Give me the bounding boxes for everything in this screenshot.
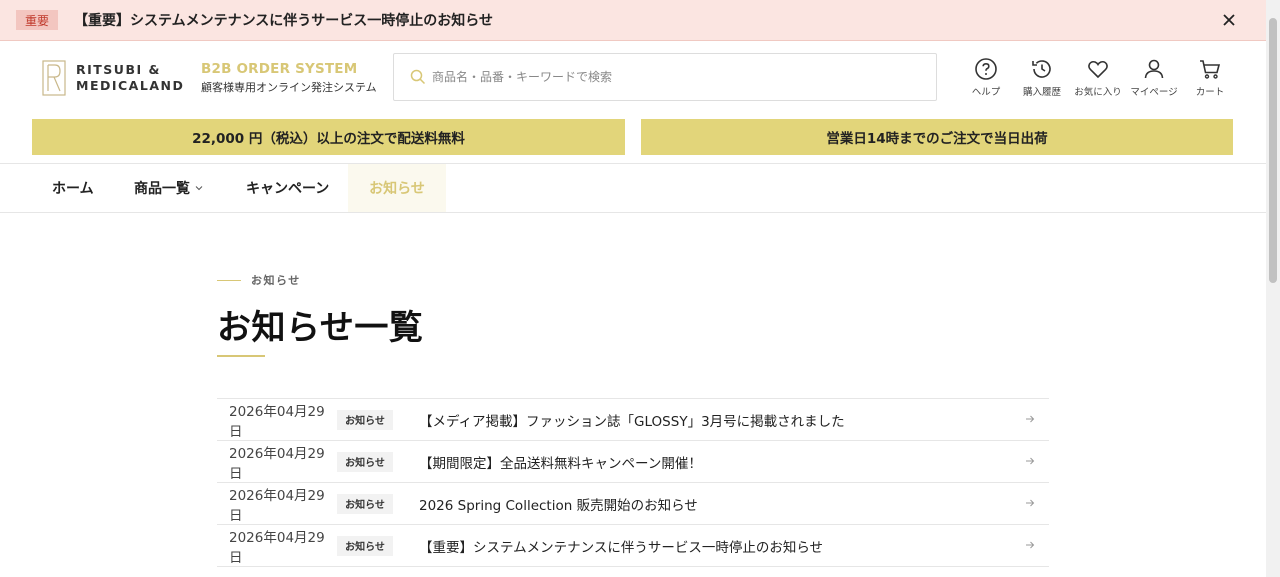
- nav-item-news[interactable]: お知らせ: [348, 164, 446, 212]
- mypage-label: マイページ: [1130, 87, 1178, 98]
- news-item[interactable]: 2026年04月29日 お知らせ 【メディア掲載】ファッション誌「GLOSSY」…: [217, 399, 1049, 441]
- history-label: 購入履歴: [1022, 87, 1061, 98]
- arrow-right-icon: [1025, 498, 1035, 508]
- help-label: ヘルプ: [971, 87, 1001, 98]
- chevron-down-icon: [195, 184, 203, 192]
- news-title: 【期間限定】全品送料無料キャンペーン開催！: [419, 455, 702, 472]
- mypage-button[interactable]: マイページ: [1126, 57, 1182, 98]
- news-item[interactable]: 2026年04月29日 お知らせ 2026 Spring Collection …: [217, 483, 1049, 525]
- promo-free-shipping: 22,000 円（税込）以上の注文で配送料無料: [32, 119, 625, 155]
- news-list: 2026年04月29日 お知らせ 【メディア掲載】ファッション誌「GLOSSY」…: [217, 398, 1049, 567]
- news-date: 2026年04月29日: [229, 529, 325, 566]
- close-icon[interactable]: [1219, 10, 1239, 30]
- search-box[interactable]: [393, 53, 937, 101]
- alert-text[interactable]: 【重要】システムメンテナンスに伴うサービス一時停止のお知らせ: [74, 10, 493, 30]
- nav-item-products[interactable]: 商品一覧: [134, 164, 203, 212]
- cart-icon: [1200, 60, 1221, 79]
- arrow-right-icon: [1025, 414, 1035, 424]
- scrollbar-thumb[interactable]: [1269, 18, 1277, 283]
- news-category-badge: お知らせ: [337, 535, 393, 556]
- news-title: 【重要】システムメンテナンスに伴うサービス一時停止のお知らせ: [419, 539, 824, 556]
- cart-label: カート: [1195, 87, 1225, 98]
- nav-label-news: お知らせ: [369, 181, 425, 197]
- news-title: 2026 Spring Collection 販売開始のお知らせ: [419, 497, 698, 514]
- user-icon: [1144, 59, 1164, 79]
- news-title: 【メディア掲載】ファッション誌「GLOSSY」3月号に掲載されました: [419, 413, 845, 430]
- nav-label-campaign: キャンペーン: [246, 181, 330, 197]
- promo-same-day-shipping: 営業日14時までのご注文で当日出荷: [641, 119, 1233, 155]
- news-date: 2026年04月29日: [229, 445, 325, 482]
- system-subtitle: 顧客様専用オンライン発注システム: [201, 81, 377, 94]
- arrow-right-icon: [1025, 456, 1035, 466]
- nav-label-products: 商品一覧: [134, 181, 190, 197]
- system-title: B2B ORDER SYSTEM: [201, 61, 358, 77]
- favorites-label: お気に入り: [1074, 87, 1122, 98]
- nav-item-campaign[interactable]: キャンペーン: [246, 164, 329, 212]
- page-scrollbar[interactable]: [1266, 0, 1280, 577]
- search-input[interactable]: [432, 70, 912, 84]
- nav-label-home: ホーム: [52, 181, 94, 197]
- alert-bar: 重要 【重要】システムメンテナンスに伴うサービス一時停止のお知らせ: [0, 0, 1266, 41]
- news-category-badge: お知らせ: [337, 409, 393, 430]
- news-category-badge: お知らせ: [337, 451, 393, 472]
- news-date: 2026年04月29日: [229, 487, 325, 524]
- nav-item-home[interactable]: ホーム: [52, 164, 94, 212]
- search-icon: [410, 69, 426, 85]
- help-icon: [975, 58, 997, 80]
- news-item[interactable]: 2026年04月29日 お知らせ 【期間限定】全品送料無料キャンペーン開催！: [217, 441, 1049, 483]
- news-item[interactable]: 2026年04月29日 お知らせ 【重要】システムメンテナンスに伴うサービス一時…: [217, 525, 1049, 567]
- page-title: お知らせ一覧: [217, 308, 424, 348]
- news-category-badge: お知らせ: [337, 493, 393, 514]
- main-nav: ホーム 商品一覧 キャンペーン お知らせ: [0, 163, 1266, 213]
- purchase-history-button[interactable]: 購入履歴: [1014, 57, 1070, 98]
- header-icon-bar: ヘルプ 購入履歴 お気に入り マイページ カート: [958, 57, 1238, 98]
- logo-text: RITSUBI & MEDICALAND: [76, 62, 184, 94]
- history-icon: [1032, 60, 1051, 78]
- alert-badge: 重要: [16, 10, 58, 30]
- heart-icon: [1088, 60, 1108, 79]
- logo-mark-icon: [42, 60, 66, 96]
- site-header: RITSUBI & MEDICALAND B2B ORDER SYSTEM 顧客…: [0, 41, 1266, 113]
- logo-line-2: MEDICALAND: [76, 78, 185, 93]
- section-eyebrow: お知らせ: [217, 272, 301, 288]
- logo[interactable]: RITSUBI & MEDICALAND: [42, 60, 184, 96]
- logo-line-1: RITSUBI &: [76, 62, 161, 77]
- help-button[interactable]: ヘルプ: [958, 57, 1014, 98]
- arrow-right-icon: [1025, 540, 1035, 550]
- cart-button[interactable]: カート: [1182, 57, 1238, 98]
- system-title-block: B2B ORDER SYSTEM 顧客様専用オンライン発注システム: [201, 61, 377, 95]
- eyebrow-line: [217, 279, 241, 281]
- news-date: 2026年04月29日: [229, 403, 325, 440]
- favorites-button[interactable]: お気に入り: [1070, 57, 1126, 98]
- eyebrow-text: お知らせ: [251, 274, 301, 287]
- title-underline: [217, 355, 265, 357]
